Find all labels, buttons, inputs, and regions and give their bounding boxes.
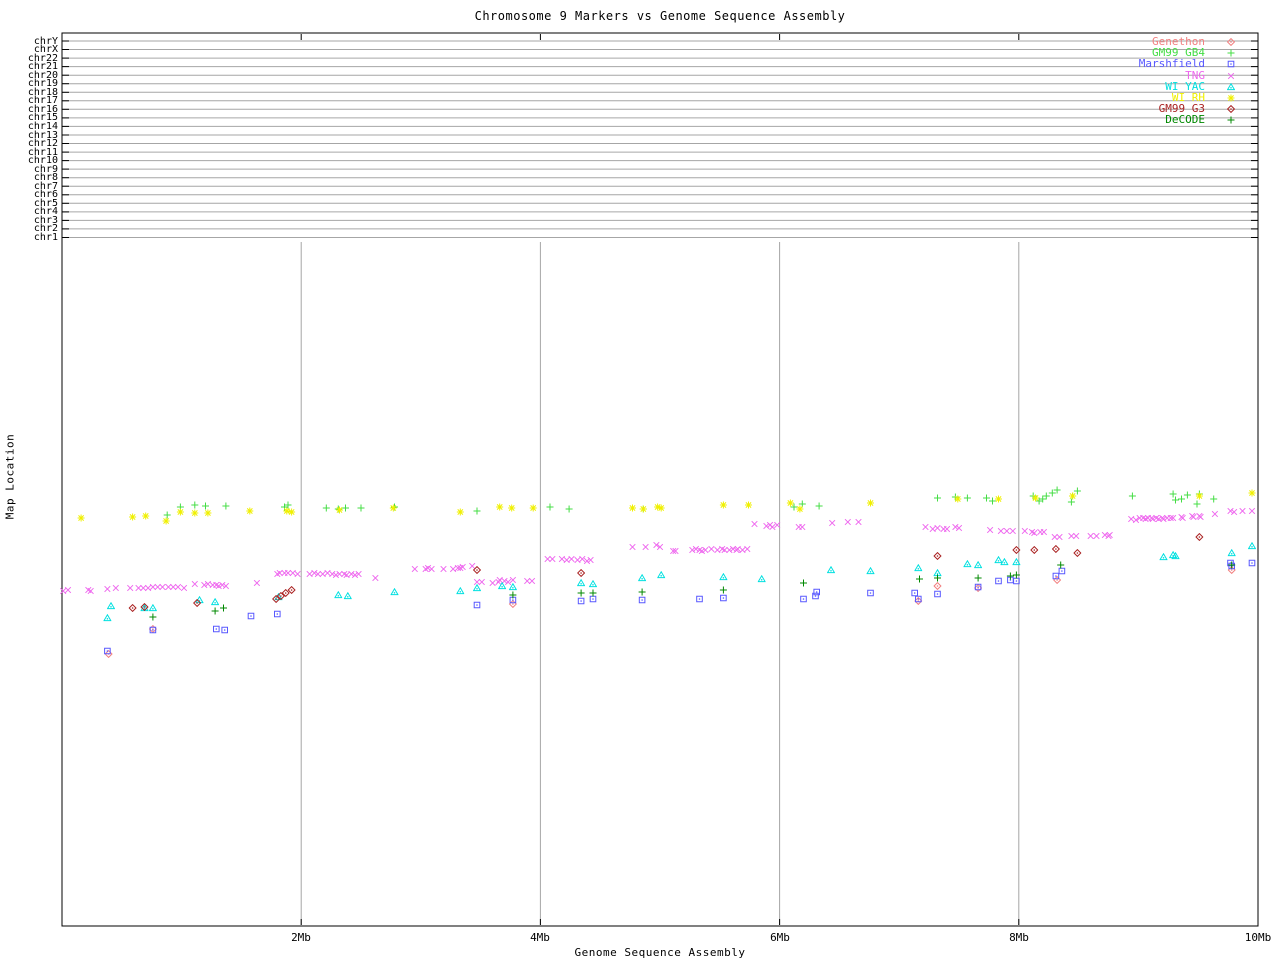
legend-item-wi-yac: WI YAC [1035,81,1250,93]
legend-item-wi-rh: WI RH [1035,92,1250,104]
legend-diamond-icon [1227,105,1235,113]
x-tick-label: 2Mb [279,931,323,944]
legend-item-marshfield: Marshfield [1035,58,1250,70]
legend-label: Marshfield [1035,58,1205,70]
x-tick-label: 8Mb [997,931,1041,944]
legend-item-gm99-g3: GM99 G3 [1035,103,1250,115]
legend-star-icon [1227,94,1235,102]
legend-label: DeCODE [1035,114,1205,126]
legend-square-icon [1227,60,1235,68]
x-tick-label: 6Mb [758,931,802,944]
legend-item-tng: TNG [1035,70,1250,82]
legend-plus-icon [1227,116,1235,124]
plot-area [0,0,1280,960]
x-tick-label: 10Mb [1236,931,1280,944]
chart-canvas: Chromosome 9 Markers vs Genome Sequence … [0,0,1280,960]
legend-plus-icon [1227,49,1235,57]
y-tick-label: chr1 [0,232,58,243]
legend-cross-icon [1227,72,1235,80]
legend-triangle-icon [1227,83,1235,91]
legend-diamond-icon [1227,38,1235,46]
legend-item-genethon: Genethon [1035,36,1250,48]
x-tick-label: 4Mb [518,931,562,944]
legend-item-decode: DeCODE [1035,114,1250,126]
